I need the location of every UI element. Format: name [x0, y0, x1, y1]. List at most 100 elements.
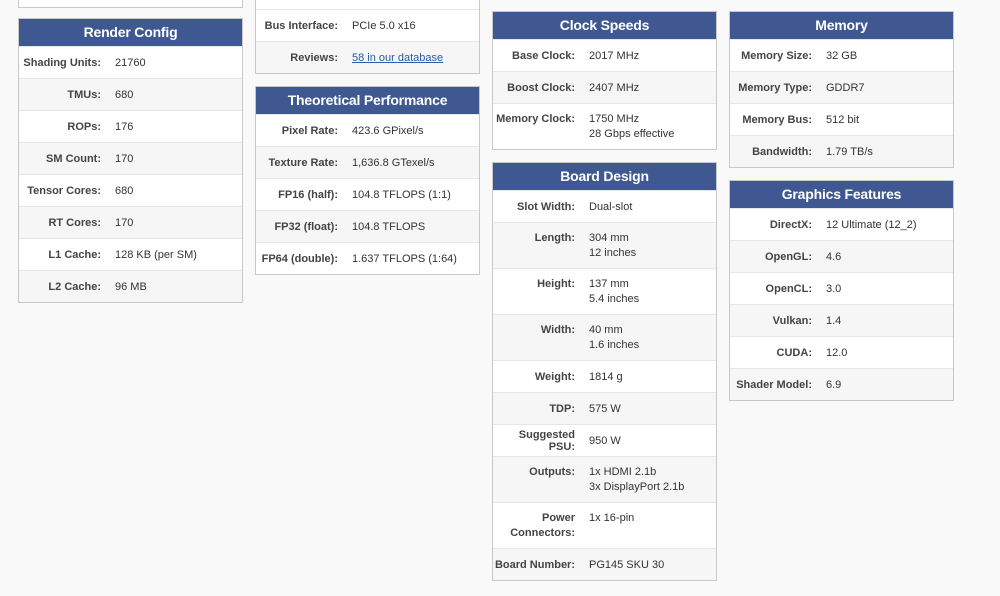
spec-label: Width:: [540, 324, 575, 336]
graphics-features-title: Graphics Features: [730, 181, 953, 208]
spec-value: 1x HDMI 2.1b: [589, 466, 657, 478]
spec-row: ROPs: 176: [19, 110, 242, 142]
spec-value: 2017 MHz: [589, 49, 640, 62]
memory-panel: Memory Memory Size: 32 GB Memory Type: GDD…: [729, 11, 954, 168]
theoretical-performance-title: Theoretical Performance: [256, 87, 479, 114]
spec-label: Boost Clock:: [507, 81, 575, 94]
spec-label: Reviews:: [290, 51, 338, 64]
spec-row: Height: 137 mm 5.4 inches: [493, 268, 716, 314]
spec-row: Board Number: PG145 SKU 30: [493, 548, 716, 580]
spec-value: 12 Ultimate (12_2): [826, 218, 917, 231]
spec-label: DirectX:: [769, 218, 812, 231]
reviews-link[interactable]: 58 in our database: [352, 52, 443, 64]
spec-value: 423.6 GPixel/s: [352, 124, 424, 137]
spec-value: 176: [115, 120, 134, 133]
spec-label: SM Count:: [46, 152, 101, 165]
spec-value: 304 mm: [589, 232, 629, 244]
spec-value: 170: [115, 216, 134, 229]
spec-label: OpenCL:: [765, 282, 812, 295]
spec-row: Bandwidth: 1.79 TB/s: [730, 135, 953, 167]
spec-row: Tensor Cores: 680: [19, 174, 242, 206]
spec-value: 950 W: [589, 434, 621, 447]
spec-label: Weight:: [534, 370, 575, 383]
spec-value-secondary: 1.6 inches: [589, 339, 640, 351]
board-design-panel: Board Design Slot Width: Dual-slot Length…: [492, 162, 717, 581]
spec-value: Dual-slot: [589, 200, 633, 213]
spec-value-secondary: 3x DisplayPort 2.1b: [589, 481, 685, 493]
spec-label: Memory Type:: [738, 81, 812, 94]
spec-row: SM Count: 170: [19, 142, 242, 174]
spec-row: CUDA: 12.0: [730, 336, 953, 368]
spec-row: OpenGL: 4.6: [730, 240, 953, 272]
spec-value: 96 MB: [115, 280, 147, 293]
spec-label: Slot Width:: [517, 200, 575, 213]
spec-value: 21760: [115, 56, 146, 69]
spec-value: 575 W: [589, 402, 621, 415]
spec-label: Shader Model:: [736, 378, 812, 391]
spec-value: 1.79 TB/s: [826, 145, 873, 158]
spec-value: 1814 g: [589, 370, 623, 383]
spec-value: 3.0: [826, 282, 842, 295]
spec-row: Texture Rate: 1,636.8 GTexel/s: [256, 146, 479, 178]
spec-row: Length: 304 mm 12 inches: [493, 222, 716, 268]
spec-value: 104.8 TFLOPS (1:1): [352, 188, 451, 201]
spec-row: Bus Interface: PCIe 5.0 x16: [256, 9, 479, 41]
spec-row: Width: 40 mm 1.6 inches: [493, 314, 716, 360]
spec-value: 32 GB: [826, 49, 858, 62]
spec-label: Memory Clock:: [496, 113, 575, 125]
spec-label: Bandwidth:: [752, 145, 812, 158]
render-config-title: Render Config: [19, 19, 242, 46]
spec-value: 680: [115, 88, 134, 101]
spec-row: Weight: 1814 g: [493, 360, 716, 392]
spec-label: Bus Interface:: [264, 19, 338, 32]
spec-row: Memory Bus: 512 bit: [730, 103, 953, 135]
clock-speeds-title: Clock Speeds: [493, 12, 716, 39]
spec-value: PG145 SKU 30: [589, 558, 665, 571]
spec-row: Memory Size: 32 GB: [730, 39, 953, 71]
spec-label: Vulkan:: [772, 314, 812, 327]
spec-row: FP16 (half): 104.8 TFLOPS (1:1): [256, 178, 479, 210]
spec-label: Suggested PSU:: [518, 428, 575, 453]
spec-row: Boost Clock: 2407 MHz: [493, 71, 716, 103]
spec-row: TDP: 575 W: [493, 392, 716, 424]
spec-value-secondary: 28 Gbps effective: [589, 128, 675, 140]
spec-row: Suggested PSU: 950 W: [493, 424, 716, 456]
spec-row: L1 Cache: 128 KB (per SM): [19, 238, 242, 270]
spec-label: Outputs:: [529, 466, 575, 478]
spec-label: FP16 (half):: [278, 188, 338, 201]
spec-row: Vulkan: 1.4: [730, 304, 953, 336]
spec-value: 128 KB (per SM): [115, 248, 197, 261]
spec-label: TMUs:: [67, 88, 101, 101]
spec-value: 680: [115, 184, 134, 197]
render-config-panel: Render Config Shading Units: 21760 TMUs: 6…: [18, 18, 243, 303]
spec-row: Shading Units: 21760: [19, 46, 242, 78]
spec-value: 40 mm: [589, 324, 623, 336]
spec-row: Outputs: 1x HDMI 2.1b 3x DisplayPort 2.1b: [493, 456, 716, 502]
spec-value: 6.9: [826, 378, 842, 391]
spec-label: Pixel Rate:: [281, 124, 338, 137]
spec-row: RT Cores: 170: [19, 206, 242, 238]
spec-row: Memory Type: GDDR7: [730, 71, 953, 103]
spec-row: Slot Width: Dual-slot: [493, 190, 716, 222]
spec-row: TMUs: 680: [19, 78, 242, 110]
board-design-title: Board Design: [493, 163, 716, 190]
spec-value: 137 mm: [589, 278, 629, 290]
clock-speeds-panel: Clock Speeds Base Clock: 2017 MHz Boost C…: [492, 11, 717, 150]
spec-row: Memory Clock: 1750 MHz 28 Gbps effective: [493, 103, 716, 149]
spec-label: CUDA:: [776, 346, 812, 359]
bus-interface-panel: Bus Interface: PCIe 5.0 x16 Reviews: 58 in…: [255, 0, 480, 74]
spec-value: GDDR7: [826, 81, 865, 94]
spec-row: Power Connectors: 1x 16-pin: [493, 502, 716, 548]
spec-row: DirectX: 12 Ultimate (12_2): [730, 208, 953, 240]
spec-label: L2 Cache:: [48, 280, 101, 293]
spec-label: TDP:: [549, 402, 575, 415]
spec-label: FP64 (double):: [261, 252, 338, 265]
spec-row: FP64 (double): 1.637 TFLOPS (1:64): [256, 242, 479, 274]
spec-value: 1,636.8 GTexel/s: [352, 156, 435, 169]
spec-label: RT Cores:: [48, 216, 101, 229]
graphics-features-panel: Graphics Features DirectX: 12 Ultimate (1…: [729, 180, 954, 401]
spec-value: 512 bit: [826, 113, 860, 126]
spec-row: Base Clock: 2017 MHz: [493, 39, 716, 71]
spec-label-secondary: Connectors:: [510, 527, 575, 539]
spec-value: 1750 MHz: [589, 113, 640, 125]
